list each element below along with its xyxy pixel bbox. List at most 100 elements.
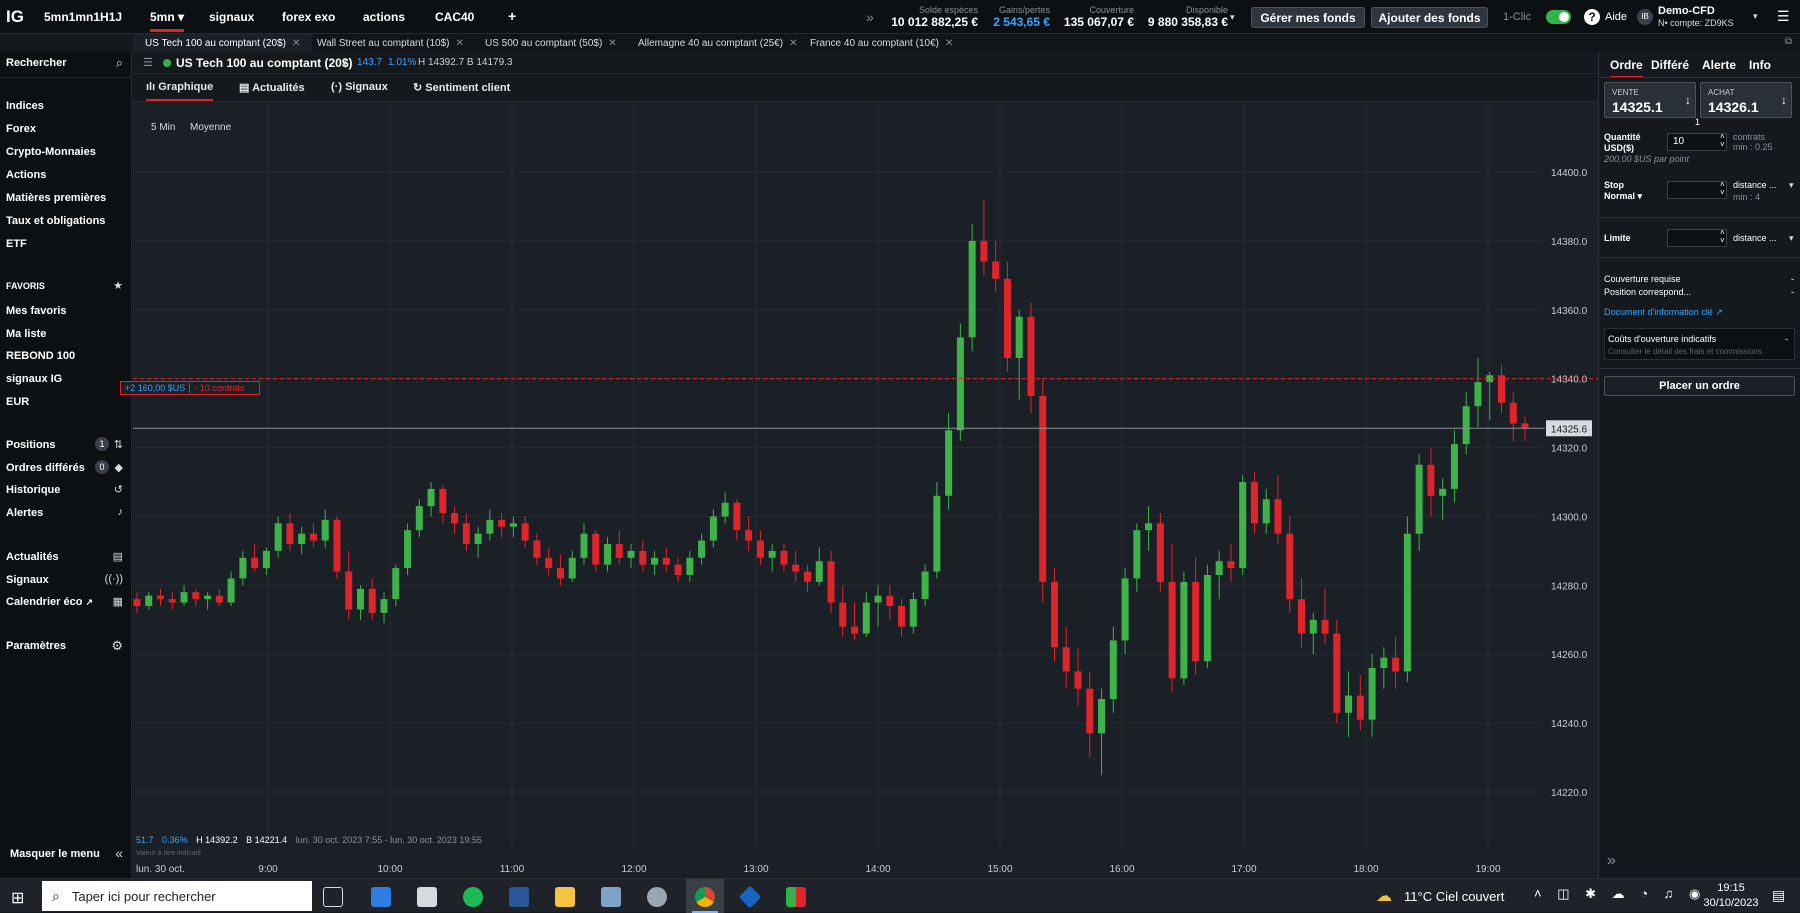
close-icon[interactable]: ✕ [945, 38, 953, 49]
nav-workspace-actions[interactable]: actions [363, 10, 405, 24]
instrument-chevron-icon[interactable]: ▾ [342, 58, 347, 69]
nav-workspace-cac40[interactable]: CAC40 [435, 10, 474, 24]
hamburger-icon[interactable]: ☰ [143, 56, 153, 69]
app-icon[interactable] [647, 887, 667, 907]
trading-app-icon[interactable] [786, 887, 806, 907]
add-funds-button[interactable]: Ajouter des fonds [1371, 7, 1488, 28]
candlestick-chart[interactable]: 14220.0 14240.0 14260.0 14280.0 14300.0 14320… [133, 102, 1598, 878]
key-info-document-link[interactable]: Document d'information clé ↗ [1604, 307, 1723, 318]
ig-logo[interactable]: IG [6, 7, 24, 27]
search-icon[interactable]: ⌕ [116, 55, 123, 71]
position-marker[interactable]: +2 160,00 $US - 10 contrats [120, 381, 260, 395]
sidebar-item-indices[interactable]: Indices [6, 100, 44, 112]
instrument-name[interactable]: US Tech 100 au comptant (20$) [176, 56, 353, 70]
gear-icon[interactable]: ⚙ [111, 638, 123, 654]
windows-start-icon[interactable]: ⊞ [11, 888, 24, 908]
close-icon[interactable]: ✕ [608, 38, 616, 49]
popout-icon[interactable]: ⧉ [1785, 36, 1792, 47]
double-chevron-icon[interactable]: » [866, 9, 874, 25]
clock-time[interactable]: 19:15 [1703, 882, 1759, 894]
tab-sentiment[interactable]: ↻ Sentiment client [413, 81, 510, 94]
tab-info[interactable]: Info [1749, 58, 1771, 72]
sidebar-item-etf[interactable]: ETF [6, 238, 27, 250]
help-icon[interactable]: ? [1584, 9, 1600, 25]
sidebar-item-forex[interactable]: Forex [6, 123, 36, 135]
weather-text[interactable]: 11°C Ciel couvert [1404, 889, 1504, 904]
close-icon[interactable]: ✕ [455, 38, 463, 49]
stats-dropdown-icon[interactable]: ▾ [1230, 12, 1235, 23]
one-click-toggle[interactable] [1546, 10, 1571, 24]
chevron-down-icon[interactable]: ▾ [1789, 180, 1794, 191]
widgets-icon[interactable] [371, 887, 391, 907]
market-tab-ustech[interactable]: US Tech 100 au comptant (20$) ✕ [133, 34, 313, 52]
sidebar-item-calendar[interactable]: Calendrier éco ↗ [6, 596, 93, 608]
sidebar-item-news[interactable]: Actualités [6, 551, 59, 563]
task-view-icon[interactable] [323, 887, 343, 907]
menu-icon[interactable]: ☰ [1777, 8, 1790, 25]
hide-menu-link[interactable]: Masquer le menu [10, 848, 100, 860]
market-tab-dax[interactable]: Allemagne 40 au comptant (25€) ✕ [626, 34, 809, 52]
weather-icon[interactable]: ☁ [1376, 886, 1392, 906]
market-tab-us500[interactable]: US 500 au comptant (50$) ✕ [473, 34, 629, 52]
sidebar-item-actions[interactable]: Actions [6, 169, 46, 181]
sell-button[interactable]: VENTE 14325.1 ↓ [1604, 82, 1696, 118]
clock-date[interactable]: 30/10/2023 [1697, 897, 1765, 909]
nav-workspace-5mn[interactable]: 5mn ▾ [150, 10, 185, 32]
spotify-icon[interactable] [463, 887, 483, 907]
sidebar-item-alerts[interactable]: Alertes [6, 507, 43, 519]
sidebar-item-settings[interactable]: Paramètres [6, 640, 66, 652]
calculator-icon[interactable] [601, 887, 621, 907]
close-icon[interactable]: ✕ [789, 38, 797, 49]
market-tab-wallstreet[interactable]: Wall Street au comptant (10$) ✕ [305, 34, 476, 52]
stop-stepper[interactable]: ˄ ˅ [1720, 181, 1725, 197]
sidebar-item-signals-ig[interactable]: signaux IG [6, 373, 62, 385]
help-link[interactable]: Aide [1605, 11, 1627, 23]
tab-news[interactable]: ▤ Actualités [239, 81, 305, 94]
quantity-stepper[interactable]: ˄ ˅ [1720, 133, 1725, 149]
avatar[interactable]: IB [1637, 9, 1653, 25]
sidebar-item-my-list[interactable]: Ma liste [6, 328, 46, 340]
sidebar-item-bonds[interactable]: Taux et obligations [6, 215, 105, 227]
manage-funds-button[interactable]: Gérer mes fonds [1251, 7, 1365, 28]
nav-workspace-1[interactable]: 5mn1mn1H1J [44, 10, 122, 24]
nav-workspace-signaux[interactable]: signaux [209, 10, 254, 24]
tab-graph[interactable]: ılı Graphique [146, 81, 214, 101]
sidebar-item-orders[interactable]: Ordres différés [6, 462, 85, 474]
add-workspace-button[interactable]: + [508, 8, 516, 24]
chart-area[interactable]: 5 Min Moyenne 14220.0 14240.0 14260.0 14280… [120, 102, 1598, 878]
system-tray-icons[interactable]: ˄ ◫ ✱ ☁ ◔ ♫ ◉ [1534, 886, 1706, 902]
tab-deferred[interactable]: Différé [1651, 58, 1689, 72]
stop-type-selector[interactable]: Normal ▾ [1604, 191, 1642, 202]
chevron-down-icon[interactable]: ▾ [1789, 233, 1794, 244]
sidebar-item-commodities[interactable]: Matières premières [6, 192, 106, 204]
folder-icon[interactable] [555, 887, 575, 907]
file-explorer-icon[interactable] [417, 887, 437, 907]
limit-stepper[interactable]: ˄ ˅ [1720, 229, 1725, 245]
limit-input[interactable] [1667, 229, 1727, 247]
stop-distance-selector[interactable]: distance ... [1733, 180, 1777, 190]
collapse-icon[interactable]: « [115, 845, 123, 861]
close-icon[interactable]: ✕ [292, 38, 300, 49]
star-icon[interactable]: ★ [113, 279, 123, 292]
sidebar-item-eur[interactable]: EUR [6, 396, 29, 408]
limit-distance-selector[interactable]: distance ... [1733, 233, 1777, 243]
quantity-input[interactable]: 10 [1667, 133, 1727, 151]
account-name[interactable]: Demo-CFD [1658, 5, 1715, 17]
sidebar-item-positions[interactable]: Positions [6, 439, 56, 451]
opening-costs-box[interactable]: Coûts d'ouverture indicatifs - Consulter… [1604, 328, 1795, 360]
opening-costs-detail[interactable]: Consulter le détail des frais et commiss… [1608, 347, 1794, 356]
market-tab-cac[interactable]: France 40 au comptant (10€) ✕ [798, 34, 965, 52]
notifications-icon[interactable]: ▤ [1772, 887, 1785, 904]
chrome-taskbar-slot[interactable] [686, 879, 724, 913]
place-order-button[interactable]: Placer un ordre [1604, 376, 1795, 396]
sidebar-item-rebond[interactable]: REBOND 100 [6, 350, 75, 362]
tab-alert[interactable]: Alerte [1702, 58, 1736, 72]
expand-panel-icon[interactable]: » [1607, 852, 1616, 870]
stop-input[interactable] [1667, 181, 1727, 199]
app-diamond-icon[interactable] [738, 885, 762, 909]
tab-order[interactable]: Ordre [1610, 58, 1643, 78]
taskbar-search-input[interactable]: ⌕ Taper ici pour rechercher [42, 881, 312, 911]
sidebar-item-favorites[interactable]: Mes favoris [6, 305, 67, 317]
sidebar-item-history[interactable]: Historique [6, 484, 60, 496]
word-icon[interactable] [509, 887, 529, 907]
